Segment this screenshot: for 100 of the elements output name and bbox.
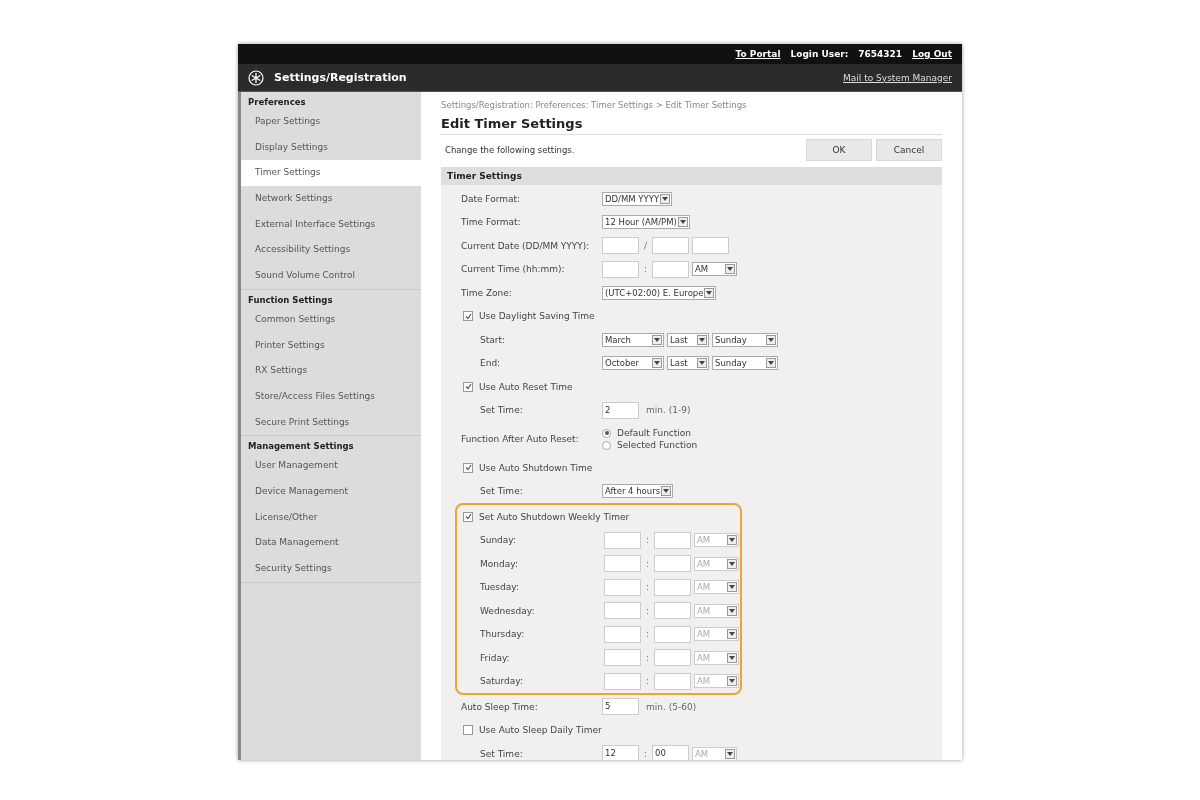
radio-label: Default Function bbox=[617, 428, 692, 438]
mail-link[interactable]: Mail to System Manager bbox=[843, 72, 952, 83]
separator: : bbox=[643, 264, 649, 275]
sidebar-item[interactable]: User Management bbox=[241, 453, 421, 479]
dropdown[interactable]: 12 Hour (AM/PM) bbox=[602, 215, 690, 230]
dropdown-arrow-icon bbox=[697, 358, 707, 369]
dropdown[interactable]: Sunday bbox=[712, 332, 778, 347]
breadcrumb: Settings/Registration: Preferences: Timer Settings > Edit Timer Settings bbox=[441, 100, 748, 110]
checkbox-label: Set Auto Shutdown Weekly Timer bbox=[479, 511, 630, 522]
sidebar-heading: Function Settings bbox=[247, 293, 334, 307]
sidebar-item[interactable]: Security Settings bbox=[241, 556, 421, 582]
dropdown[interactable]: Sunday bbox=[712, 356, 778, 371]
input-field[interactable] bbox=[654, 649, 692, 667]
checkbox[interactable] bbox=[463, 381, 473, 392]
dropdown[interactable]: DD/MM YYYY bbox=[602, 191, 673, 206]
dropdown-arrow-icon bbox=[727, 558, 738, 569]
sidebar-item[interactable]: Printer Settings bbox=[241, 332, 421, 359]
input-field[interactable] bbox=[654, 625, 692, 643]
radio-button[interactable] bbox=[602, 440, 611, 450]
checkbox-label: Use Auto Sleep Daily Timer bbox=[479, 725, 602, 736]
field-label: Current Date (DD/MM YYYY): bbox=[460, 240, 591, 251]
sidebar-item[interactable]: Sound Volume Control bbox=[241, 263, 421, 289]
field-label: Current Time (hh:mm): bbox=[460, 264, 566, 275]
sidebar-item[interactable]: External Interface Settings bbox=[241, 211, 421, 238]
field-label: End: bbox=[479, 358, 502, 369]
input-field[interactable] bbox=[604, 625, 641, 643]
field-label: Auto Sleep Time: bbox=[460, 701, 539, 712]
separator: : bbox=[643, 748, 649, 759]
input-field[interactable] bbox=[604, 531, 641, 549]
sidebar-item[interactable]: Store/Access Files Settings bbox=[241, 383, 421, 410]
field-label: Tuesday: bbox=[479, 582, 520, 593]
radio-button[interactable] bbox=[602, 428, 611, 438]
dropdown-arrow-icon bbox=[677, 217, 688, 228]
input-field[interactable] bbox=[654, 602, 692, 620]
sidebar-heading: Management Settings bbox=[247, 440, 355, 454]
login-user-id: 7654321 bbox=[858, 49, 903, 59]
dropdown[interactable]: After 4 hours bbox=[602, 484, 674, 499]
sidebar-item[interactable]: Network Settings bbox=[241, 186, 421, 212]
separator: : bbox=[645, 629, 651, 640]
top-link[interactable]: Log Out bbox=[912, 49, 952, 59]
sidebar-item[interactable]: Accessibility Settings bbox=[241, 237, 421, 264]
sidebar-item[interactable]: Common Settings bbox=[241, 306, 421, 333]
input-field[interactable] bbox=[604, 602, 641, 620]
field-label: Time Format: bbox=[460, 217, 522, 228]
checkbox[interactable] bbox=[463, 725, 473, 736]
field-label: Saturday: bbox=[479, 676, 524, 687]
sidebar-item[interactable]: RX Settings bbox=[241, 358, 421, 384]
dropdown-arrow-icon bbox=[727, 535, 738, 546]
field-label: Monday: bbox=[479, 558, 519, 569]
input-field[interactable] bbox=[602, 260, 639, 278]
sidebar-item[interactable]: Timer Settings bbox=[241, 160, 421, 187]
cancel-button[interactable]: Cancel bbox=[876, 139, 942, 161]
checkbox-label: Use Auto Reset Time bbox=[479, 381, 573, 392]
input-field[interactable] bbox=[604, 578, 641, 596]
input-field[interactable] bbox=[654, 531, 692, 549]
input-field[interactable] bbox=[654, 578, 692, 596]
input-field[interactable] bbox=[604, 649, 641, 667]
sidebar-item[interactable]: Display Settings bbox=[241, 134, 421, 161]
checkbox[interactable] bbox=[463, 511, 473, 522]
sidebar-item[interactable]: Device Management bbox=[241, 478, 421, 505]
app-title: Settings/Registration bbox=[274, 71, 408, 84]
dropdown[interactable]: October bbox=[602, 356, 664, 371]
input-field[interactable]: 2 bbox=[602, 401, 639, 419]
description: Change the following settings. bbox=[444, 145, 576, 155]
ok-button[interactable]: OK bbox=[806, 139, 872, 161]
dropdown[interactable]: March bbox=[602, 332, 664, 347]
input-field[interactable] bbox=[652, 237, 690, 255]
input-field[interactable] bbox=[604, 672, 641, 690]
login-label: Login User: bbox=[790, 49, 849, 59]
input-field[interactable] bbox=[652, 260, 690, 278]
top-link[interactable]: To Portal bbox=[735, 49, 781, 59]
dropdown-arrow-icon bbox=[704, 287, 715, 298]
unit-hint: min. (5-60) bbox=[646, 701, 697, 712]
input-field[interactable] bbox=[654, 672, 692, 690]
sidebar-item[interactable]: Data Management bbox=[241, 530, 421, 556]
dropdown[interactable]: AM bbox=[692, 262, 738, 277]
dropdown-arrow-icon bbox=[727, 605, 738, 616]
field-label: Wednesday: bbox=[479, 605, 536, 616]
sidebar-item[interactable]: Secure Print Settings bbox=[241, 409, 421, 436]
dropdown[interactable]: (UTC+02:00) E. Europe bbox=[602, 285, 717, 300]
field-label: Sunday: bbox=[479, 535, 518, 546]
dropdown[interactable]: Last bbox=[667, 356, 709, 371]
sidebar-item[interactable]: Paper Settings bbox=[241, 109, 421, 135]
sidebar-item[interactable]: License/Other bbox=[241, 504, 421, 531]
separator: : bbox=[645, 558, 651, 569]
dropdown-arrow-icon bbox=[652, 358, 662, 369]
star-circle-icon bbox=[248, 69, 264, 86]
dropdown[interactable]: Last bbox=[667, 332, 709, 347]
input-field[interactable] bbox=[602, 237, 639, 255]
checkbox-label: Use Auto Shutdown Time bbox=[479, 462, 593, 473]
field-label: Set Time: bbox=[479, 748, 524, 759]
input-field[interactable] bbox=[692, 237, 730, 255]
checkbox[interactable] bbox=[463, 462, 473, 473]
checkbox[interactable] bbox=[463, 311, 473, 322]
dropdown-arrow-icon bbox=[766, 358, 776, 369]
dropdown-arrow-icon bbox=[725, 264, 736, 275]
input-field[interactable]: 5 bbox=[602, 698, 639, 716]
input-field[interactable] bbox=[654, 555, 692, 573]
dropdown-arrow-icon bbox=[697, 334, 707, 345]
input-field[interactable] bbox=[604, 555, 641, 573]
